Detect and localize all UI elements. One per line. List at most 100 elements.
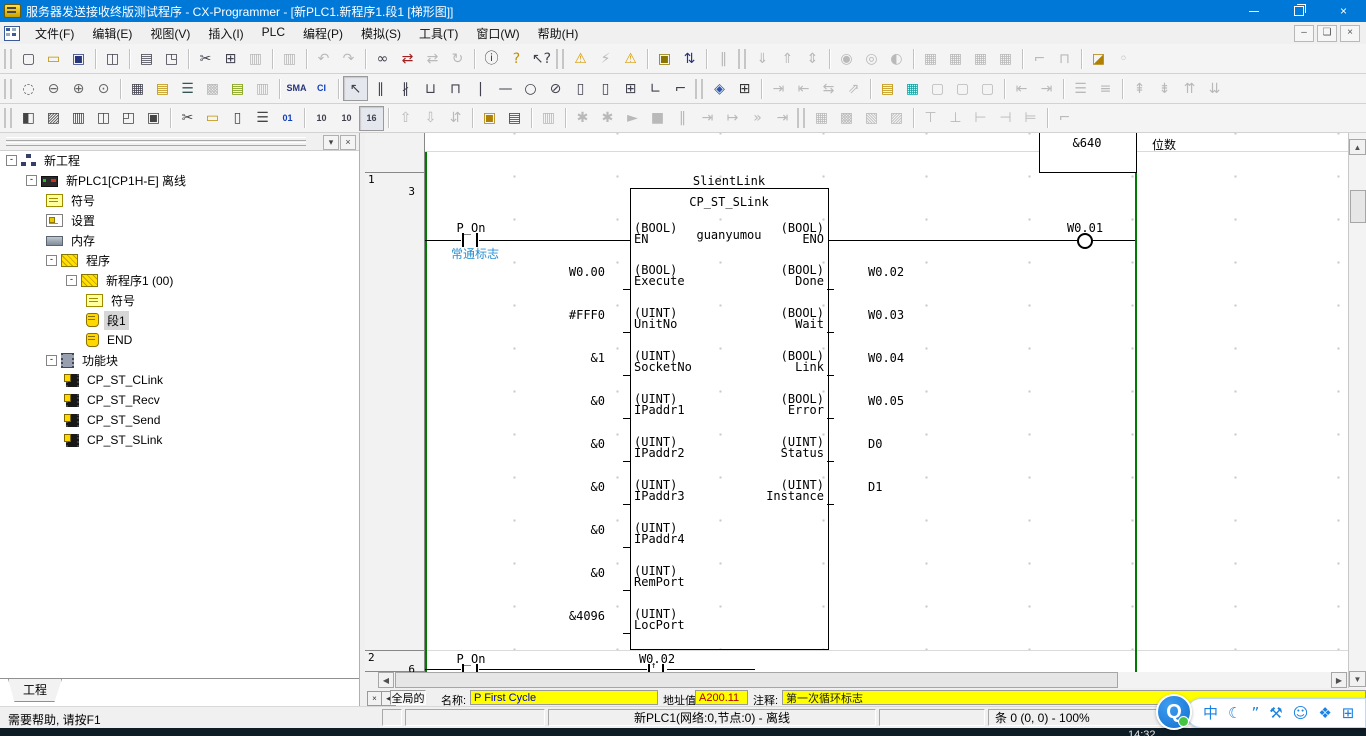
- force-on-button[interactable]: ▦: [809, 106, 834, 131]
- plc-memory-button[interactable]: ▦: [918, 46, 943, 71]
- force-off-button[interactable]: ▩: [834, 106, 859, 131]
- contact-p-on-rung2[interactable]: [462, 664, 464, 672]
- address-reference-button[interactable]: ◰: [116, 106, 141, 131]
- tree-item-new-program1[interactable]: -新程序1 (00): [0, 270, 359, 290]
- retrace-find-button[interactable]: ↻: [445, 46, 470, 71]
- output-window-button[interactable]: ▨: [41, 106, 66, 131]
- binary-display-button[interactable]: 01: [275, 106, 300, 131]
- sim-pause-button[interactable]: ‖: [670, 106, 695, 131]
- or-contact-nc-button[interactable]: ⊓: [443, 76, 468, 101]
- menu-item-5[interactable]: 编程(P): [294, 22, 352, 45]
- tree-item-settings[interactable]: 设置: [0, 210, 359, 230]
- ime-emoji-icon[interactable]: ☺: [1293, 706, 1309, 721]
- vertical-scrollbar[interactable]: ▲▼: [1348, 133, 1366, 688]
- help-button[interactable]: ?: [504, 46, 529, 71]
- tree-expander[interactable]: -: [46, 355, 57, 366]
- menu-item-4[interactable]: PLC: [253, 22, 294, 45]
- context-help-button[interactable]: ↖?: [529, 46, 554, 71]
- tree-expander[interactable]: -: [66, 275, 77, 286]
- child-minimize-button[interactable]: –: [1294, 25, 1314, 42]
- transfer-up-button[interactable]: ⇧: [393, 106, 418, 131]
- fb-param-out-button[interactable]: ⇤: [791, 76, 816, 101]
- contact-nc-button[interactable]: ∦: [393, 76, 418, 101]
- grid-toggle-button[interactable]: ▦: [125, 76, 150, 101]
- contact-label[interactable]: P_On: [457, 221, 486, 235]
- upload-from-plc-button[interactable]: ⇑: [775, 46, 800, 71]
- compile-button[interactable]: ⚠: [568, 46, 593, 71]
- ime-toolbox-icon[interactable]: ⚒: [1269, 706, 1282, 721]
- fb-param-in-button[interactable]: ⇥: [766, 76, 791, 101]
- copy-button[interactable]: ⊞: [218, 46, 243, 71]
- toolbar-grip[interactable]: [556, 49, 564, 69]
- fb-io-comment-button[interactable]: ⊞: [732, 76, 757, 101]
- fb-param-inout-button[interactable]: ⇆: [816, 76, 841, 101]
- find-report-button[interactable]: ◫: [100, 46, 125, 71]
- rung-comment-button[interactable]: ▤: [150, 76, 175, 101]
- menu-item-9[interactable]: 帮助(H): [529, 22, 588, 45]
- tree-item-new-project[interactable]: -新工程: [0, 150, 359, 170]
- transfer-down-button[interactable]: ⇩: [418, 106, 443, 131]
- fb-output-value[interactable]: D0: [868, 437, 882, 451]
- step-run-button[interactable]: ⇥: [695, 106, 720, 131]
- tree-item-cp-st-recv[interactable]: CP_ST_Recv: [0, 390, 359, 410]
- diff-monitor-fall-button[interactable]: ⊥: [943, 106, 968, 131]
- contact-w0-02-rung2[interactable]: [648, 664, 650, 672]
- tree-item-function-blocks[interactable]: -功能块: [0, 350, 359, 370]
- pause-check-button[interactable]: ‖: [711, 46, 736, 71]
- tree-item-cp-st-slink[interactable]: CP_ST_SLink: [0, 430, 359, 450]
- toggle-project-window-button[interactable]: ◧: [16, 106, 41, 131]
- sim-stop-button[interactable]: ■: [645, 106, 670, 131]
- compare-with-plc-button[interactable]: ⇕: [800, 46, 825, 71]
- minimize-button[interactable]: [1231, 0, 1276, 22]
- fb-online-edit-button[interactable]: ▦: [900, 76, 925, 101]
- find-button[interactable]: ∞: [370, 46, 395, 71]
- child-close-button[interactable]: ×: [1340, 25, 1360, 42]
- properties-button[interactable]: ▣: [141, 106, 166, 131]
- coil-nc-button[interactable]: ⊘: [543, 76, 568, 101]
- fb-param-ext-button[interactable]: ⇗: [841, 76, 866, 101]
- contact-label[interactable]: W0.02: [639, 652, 675, 666]
- close-button[interactable]: ×: [1321, 0, 1366, 22]
- coil-no-button[interactable]: ○: [518, 76, 543, 101]
- ime-night-mode-icon[interactable]: ☾: [1228, 706, 1241, 721]
- tree-item-section1[interactable]: 段1: [0, 310, 359, 330]
- save-check-button[interactable]: ▣: [652, 46, 677, 71]
- scroll-up-button[interactable]: ▲: [1349, 139, 1366, 155]
- data-trace-button[interactable]: ▦: [993, 46, 1018, 71]
- toolbar-grip[interactable]: [4, 108, 12, 128]
- print-button[interactable]: ▤: [134, 46, 159, 71]
- transfer-compare-button[interactable]: ⇵: [443, 106, 468, 131]
- workspace-dropdown-button[interactable]: ▾: [323, 135, 339, 150]
- tree-item-memory[interactable]: 内存: [0, 230, 359, 250]
- diff-up-monitor-button[interactable]: ⇞: [1127, 76, 1152, 101]
- zoom-fit-button[interactable]: ◌: [16, 76, 41, 101]
- fb-input-value[interactable]: &1: [525, 351, 605, 365]
- vscroll-thumb[interactable]: [1350, 190, 1366, 223]
- cross-reference-button[interactable]: ◫: [91, 106, 116, 131]
- scroll-left-button[interactable]: ◀: [378, 672, 394, 688]
- tree-item-programs[interactable]: -程序: [0, 250, 359, 270]
- menu-item-2[interactable]: 视图(V): [141, 22, 199, 45]
- contact-p-on-rung2[interactable]: [476, 664, 478, 672]
- diff-set-button[interactable]: ⇈: [1177, 76, 1202, 101]
- monitor-resume-button[interactable]: ✱: [595, 106, 620, 131]
- monitor-hold-button[interactable]: ✱: [570, 106, 595, 131]
- paste-special-button[interactable]: ▥: [277, 46, 302, 71]
- horizontal-scrollbar[interactable]: ◀▶: [378, 672, 1348, 688]
- plc-settings-button[interactable]: ▦: [968, 46, 993, 71]
- redo-button[interactable]: ↷: [336, 46, 361, 71]
- tree-item-new-plc1[interactable]: -新PLC1[CP1H-E] 离线: [0, 170, 359, 190]
- watch-window-add-button[interactable]: ◪: [1086, 46, 1111, 71]
- menu-item-3[interactable]: 插入(I): [199, 22, 252, 45]
- tree-item-local-symbols[interactable]: 符号: [0, 290, 359, 310]
- toolbar-grip[interactable]: [695, 79, 703, 99]
- symbol-bar-close-button[interactable]: ×: [367, 691, 382, 706]
- restore-button[interactable]: [1276, 0, 1321, 22]
- symbol-editor-button[interactable]: ✂: [175, 106, 200, 131]
- scan-run-button[interactable]: ⇥: [770, 106, 795, 131]
- cut-button[interactable]: ✂: [193, 46, 218, 71]
- symbol-address-field[interactable]: A200.11: [695, 690, 748, 705]
- diff-down-monitor-button[interactable]: ⇟: [1152, 76, 1177, 101]
- continuous-step-button[interactable]: »: [745, 106, 770, 131]
- fb-input-value[interactable]: &0: [525, 480, 605, 494]
